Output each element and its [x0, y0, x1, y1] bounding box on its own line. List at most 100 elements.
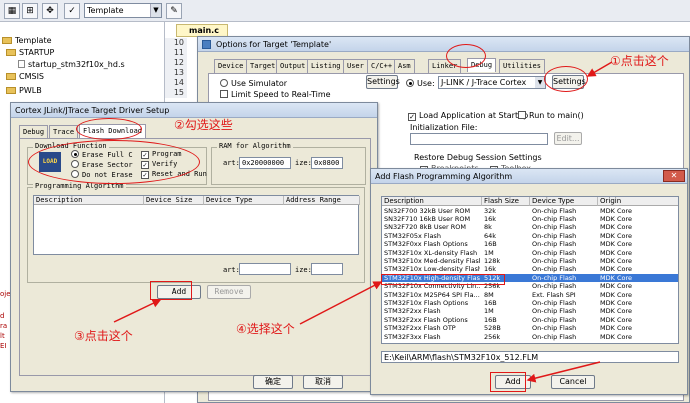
table-row[interactable]: STM32F3xx Flash 256k On-chip Flash MDK Core	[382, 332, 678, 341]
table-row[interactable]: STM32F2xx Flash Options 16B On-chip Flash M…	[382, 315, 678, 324]
table-cell: On-chip Flash	[532, 315, 577, 324]
folder-icon	[6, 87, 16, 94]
load-app-option[interactable]: ✓ Load Application at Startup	[408, 111, 528, 121]
tab-asm[interactable]: Asm	[394, 59, 415, 73]
tree-folder-cmsis[interactable]: CMSIS	[6, 72, 44, 81]
table-cell: On-chip Flash	[532, 307, 577, 316]
algo-size-input[interactable]	[311, 263, 343, 275]
table-cell: MDK Core	[600, 223, 632, 232]
table-row[interactable]: STM32F10x Low-density Flash 16k On-chip Fl…	[382, 265, 678, 274]
table-cell: 16B	[484, 240, 497, 249]
use-debugger-option[interactable]: Use:	[406, 79, 435, 88]
add-flash-titlebar: Add Flash Programming Algorithm	[371, 169, 687, 184]
settings-button-simulator[interactable]: Settings	[366, 75, 400, 89]
ram-size-input[interactable]: 0x0800	[311, 157, 343, 169]
table-cell: STM32F10x Low-density Flash	[384, 265, 480, 274]
table-cell: MDK Core	[600, 298, 632, 307]
table-cell: MDK Core	[600, 273, 632, 282]
table-cell: On-chip Flash	[532, 214, 577, 223]
table-cell: MDK Core	[600, 240, 632, 249]
radio[interactable]	[220, 79, 228, 87]
tab-listing[interactable]: Listing	[307, 59, 345, 73]
ram-start-input[interactable]: 0x20000000	[239, 157, 291, 169]
tab-trace[interactable]: Trace	[49, 125, 79, 139]
size-label: ize:	[295, 159, 312, 167]
debugger-select[interactable]: J-LINK / J-Trace Cortex ▼	[438, 76, 546, 89]
table-cell: SN32F700 32kB User ROM	[384, 206, 471, 215]
algo-start-input[interactable]	[239, 263, 291, 275]
table-row[interactable]: STM32F10x XL-density Flash 1M On-chip Flas…	[382, 249, 678, 257]
remove-button[interactable]: Remove	[207, 285, 251, 299]
flash-algorithm-table[interactable]: Description Flash Size Device Type Origi…	[381, 196, 679, 344]
file-icon	[18, 60, 25, 68]
tab-output[interactable]: Output	[276, 59, 310, 73]
table-cell: On-chip Flash	[532, 265, 577, 274]
check-icon[interactable]: ✓	[64, 3, 80, 19]
run-to-main-option[interactable]: Run to main()	[518, 111, 584, 120]
table-row[interactable]: STM32F05x Flash 64k On-chip Flash MDK Core	[382, 231, 678, 240]
annotation-options-circle	[28, 140, 200, 184]
table-cell: STM32F10x M25P64 SPI Fla...	[384, 290, 480, 299]
cancel-algorithm-button[interactable]: Cancel	[551, 375, 595, 389]
tab-device[interactable]: Device	[214, 59, 248, 73]
algorithm-path: E:\Keil\ARM\flash\STM32F10x_512.FLM	[381, 351, 679, 363]
table-row[interactable]: STM32F10x M25P64 SPI Fla... 8M Ext. Flash …	[382, 290, 678, 299]
tree-folder-startup[interactable]: STARTUP	[6, 48, 54, 57]
folder-icon	[6, 73, 16, 80]
annotation-step1: ①点击这个	[610, 54, 669, 68]
table-cell: 8M	[484, 290, 494, 299]
table-cell: STM32F2xx Flash Options	[384, 315, 468, 324]
tab-cpp[interactable]: C/C++	[367, 59, 397, 73]
table-row[interactable]: STM32F2xx Flash 1M On-chip Flash MDK Core	[382, 307, 678, 316]
toolbar: ▦ ⊞ ✥ ✓ Template ▼ ✎	[0, 0, 690, 22]
radio[interactable]	[406, 79, 414, 87]
tool-icon[interactable]: ✥	[42, 3, 58, 19]
table-cell: 528B	[484, 324, 501, 333]
annotation-add2-box	[490, 372, 526, 392]
table-cell: MDK Core	[600, 290, 632, 299]
table-row[interactable]: STM32F10x Flash Options 16B On-chip Flash M…	[382, 298, 678, 307]
table-cell: STM32F3xx Flash	[384, 332, 441, 341]
target-select[interactable]: Template ▼	[84, 3, 162, 18]
checkbox[interactable]	[220, 90, 228, 98]
edit-button[interactable]: Edit...	[554, 132, 582, 145]
tool-icon[interactable]: ⊞	[22, 3, 38, 19]
tree-file-startup[interactable]: startup_stm32f10x_hd.s	[18, 60, 125, 69]
table-row[interactable]: SN32F700 32kB User ROM 32k On-chip Flash MD…	[382, 206, 678, 215]
ok-button[interactable]: 确定	[253, 375, 293, 389]
table-cell: On-chip Flash	[532, 298, 577, 307]
tool-icon[interactable]: ▦	[4, 3, 20, 19]
table-cell: On-chip Flash	[532, 273, 577, 282]
table-row[interactable]: SN32F710 16kB User ROM 16k On-chip Flash MD…	[382, 214, 678, 223]
tree-folder-pwlb[interactable]: PWLB	[6, 86, 42, 95]
table-row[interactable]: STM32F2xx Flash OTP 528B On-chip Flash MDK …	[382, 324, 678, 333]
limit-speed-option[interactable]: Limit Speed to Real-Time	[220, 90, 331, 99]
use-simulator-option[interactable]: Use Simulator	[220, 79, 287, 88]
table-cell: STM32F2xx Flash	[384, 307, 441, 316]
tab-target[interactable]: Target	[246, 59, 280, 73]
checkbox[interactable]	[518, 111, 526, 119]
table-row[interactable]: SN32F720 8kB User ROM 8k On-chip Flash MDK …	[382, 223, 678, 232]
table-row[interactable]: STM32F10x Med-density Flash 128k On-chip F…	[382, 257, 678, 265]
algorithm-list[interactable]: Description Device Size Device Type Addr…	[33, 195, 360, 255]
table-cell: MDK Core	[600, 332, 632, 341]
table-cell: MDK Core	[600, 214, 632, 223]
annotation-step2: ②勾选这些	[174, 118, 233, 132]
cancel-button[interactable]: 取消	[303, 375, 343, 389]
close-icon[interactable]: ✕	[663, 170, 685, 182]
table-cell: On-chip Flash	[532, 282, 577, 291]
table-cell: MDK Core	[600, 265, 632, 274]
table-cell: STM32F10x Flash Options	[384, 298, 469, 307]
init-file-input[interactable]	[410, 133, 548, 145]
tool-icon[interactable]: ✎	[166, 3, 182, 19]
tab-user[interactable]: User	[343, 59, 368, 73]
col-device-size: Device Size	[144, 196, 204, 205]
tab-debug[interactable]: Debug	[19, 125, 49, 139]
tree-root[interactable]: Template	[2, 36, 52, 45]
table-cell: 32k	[484, 206, 497, 215]
tab-utilities[interactable]: Utilities	[499, 59, 545, 73]
table-cell: MDK Core	[600, 231, 632, 240]
checkbox[interactable]: ✓	[408, 113, 416, 121]
table-row[interactable]: STM32F0xx Flash Options 16B On-chip Flash M…	[382, 240, 678, 249]
app-icon	[202, 40, 211, 49]
